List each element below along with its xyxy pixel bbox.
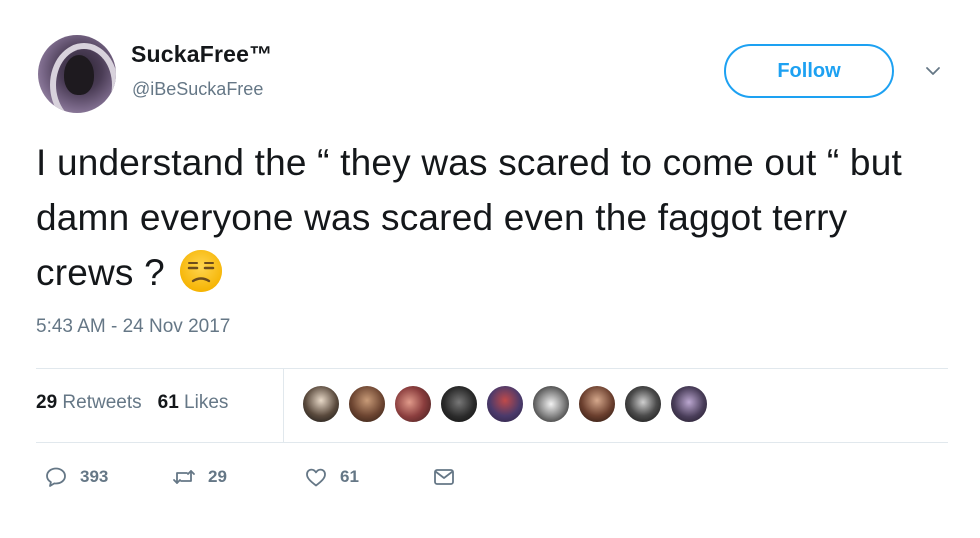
follow-button[interactable]: Follow xyxy=(724,44,894,98)
engagement-stats: 29 Retweets 61 Likes xyxy=(36,392,228,414)
liker-avatar[interactable] xyxy=(623,384,663,424)
like-count: 61 xyxy=(340,467,359,486)
divider-top xyxy=(36,368,948,369)
liker-avatar[interactable] xyxy=(577,384,617,424)
display-name[interactable]: SuckaFree™ xyxy=(131,41,272,68)
retweets-stat[interactable]: 29 Retweets xyxy=(36,392,142,413)
retweets-label: Retweets xyxy=(62,392,142,413)
reply-button[interactable]: 393 xyxy=(44,462,108,492)
tweet-timestamp[interactable]: 5:43 AM - 24 Nov 2017 xyxy=(36,316,230,338)
liker-avatar[interactable] xyxy=(347,384,387,424)
retweet-button[interactable]: 29 xyxy=(172,462,227,492)
heart-icon xyxy=(306,468,326,487)
tweet-body: I understand the “ they was scared to co… xyxy=(36,142,902,293)
divider-bottom xyxy=(36,442,948,443)
retweet-count: 29 xyxy=(208,467,227,486)
user-handle[interactable]: @iBeSuckaFree xyxy=(132,79,263,100)
direct-message-button[interactable] xyxy=(432,462,456,492)
like-button[interactable]: 61 xyxy=(304,462,359,492)
likes-label: Likes xyxy=(184,392,229,413)
liker-avatar[interactable] xyxy=(393,384,433,424)
divider-vertical xyxy=(283,368,284,442)
liker-avatar[interactable] xyxy=(301,384,341,424)
tweet-text: I understand the “ they was scared to co… xyxy=(36,135,936,300)
reply-icon xyxy=(46,467,66,487)
avatar[interactable] xyxy=(38,35,116,113)
envelope-icon xyxy=(434,469,454,485)
liker-avatar[interactable] xyxy=(669,384,709,424)
retweets-count: 29 xyxy=(36,392,58,413)
reply-count: 393 xyxy=(80,467,109,486)
liker-avatar[interactable] xyxy=(531,384,571,424)
liker-avatar[interactable] xyxy=(485,384,525,424)
likes-stat[interactable]: 61 Likes xyxy=(158,392,229,413)
chevron-down-icon[interactable] xyxy=(925,63,941,79)
unamused-face-icon xyxy=(179,250,222,292)
liker-avatar[interactable] xyxy=(439,384,479,424)
retweet-icon xyxy=(173,470,195,484)
likes-count: 61 xyxy=(157,392,179,413)
avatar-face xyxy=(64,55,94,95)
